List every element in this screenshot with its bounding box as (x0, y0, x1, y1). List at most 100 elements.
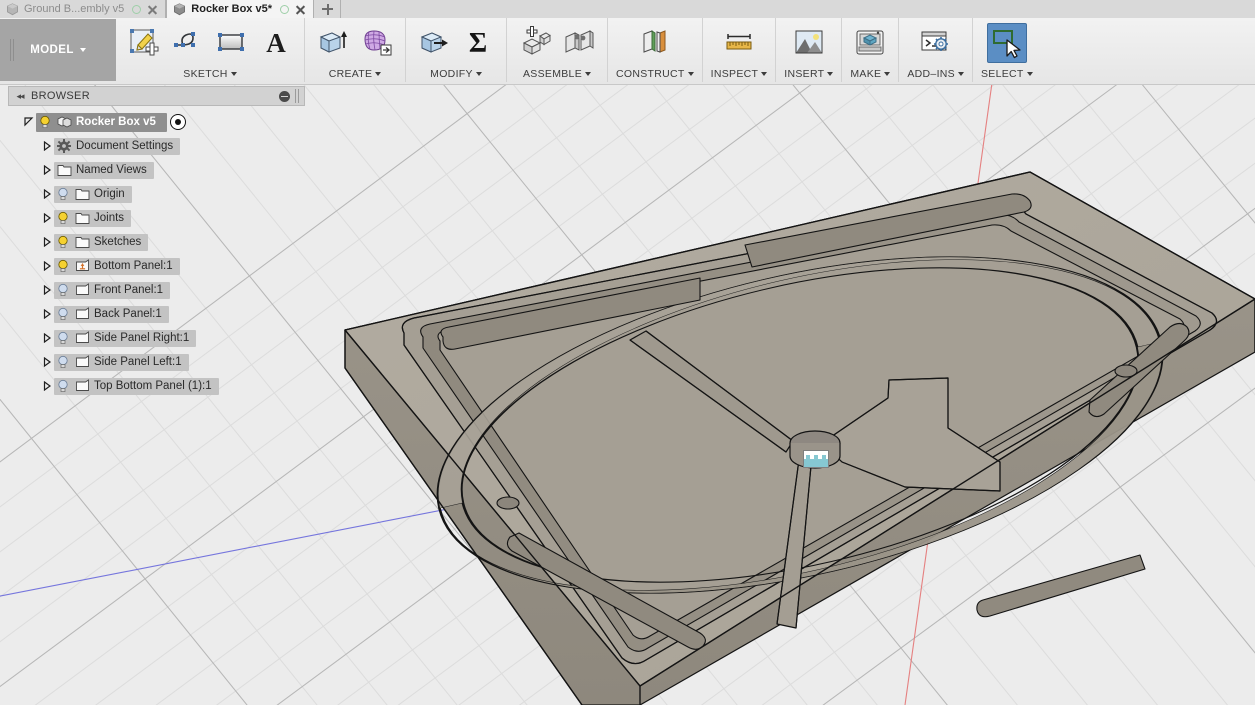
tree-item-label: Sketches (94, 236, 142, 248)
ribbon-group-label[interactable]: MAKE (850, 68, 891, 80)
tree-item-top-bottom-panel[interactable]: Top Bottom Panel (1):1 (8, 374, 305, 398)
tree-item-rocker-box-v5[interactable]: Rocker Box v5 (8, 110, 305, 134)
select-cursor-icon (992, 30, 1021, 59)
workspace-switcher-model[interactable]: MODEL (0, 19, 116, 81)
close-icon[interactable] (294, 3, 307, 16)
component-icon (54, 114, 74, 131)
chevron-down-icon (475, 72, 482, 76)
joint-button[interactable] (559, 23, 599, 63)
tree-item-joints[interactable]: Joints (8, 206, 305, 230)
press-pull-button[interactable] (414, 23, 454, 63)
visibility-bulb-on-icon[interactable] (36, 114, 54, 131)
tree-item-side-panel-right[interactable]: Side Panel Right:1 (8, 326, 305, 350)
joint-marker-icon[interactable] (803, 450, 829, 468)
twisty-collapsed-icon[interactable] (40, 134, 54, 158)
group-label-text: SKETCH (183, 68, 228, 80)
tree-item-label: Document Settings (76, 140, 174, 152)
tree-item-label: Top Bottom Panel (1):1 (94, 380, 212, 392)
visibility-bulb-off-icon[interactable] (54, 186, 72, 203)
ribbon-group-create: CREATE (304, 18, 405, 82)
group-label-text: MAKE (850, 68, 882, 80)
3d-print-icon (856, 30, 884, 55)
ribbon-group-label[interactable]: SELECT (981, 68, 1033, 80)
ribbon-group-sketch: A SKETCH (116, 18, 304, 82)
measure-button[interactable] (719, 23, 759, 63)
tree-chip: Front Panel:1 (54, 281, 171, 299)
ribbon-group-label[interactable]: INSPECT (711, 68, 768, 80)
twisty-collapsed-icon[interactable] (40, 182, 54, 206)
text-button[interactable]: A (256, 23, 296, 63)
ribbon-group-label[interactable]: SKETCH (183, 68, 237, 80)
document-tab-1[interactable]: Rocker Box v5* (166, 0, 314, 18)
tree-item-front-panel[interactable]: Front Panel:1 (8, 278, 305, 302)
tree-item-sketches[interactable]: Sketches (8, 230, 305, 254)
document-tab-label: Rocker Box v5* (191, 3, 272, 15)
new-component-button[interactable] (515, 23, 555, 63)
parameters-button[interactable]: Σ (458, 23, 498, 63)
extrude-button[interactable] (313, 23, 353, 63)
ribbon-group-modify: Σ MODIFY (405, 18, 506, 82)
visibility-bulb-on-icon[interactable] (54, 234, 72, 251)
tree-chip: Bottom Panel:1 (54, 257, 180, 275)
visibility-bulb-off-icon[interactable] (54, 378, 72, 395)
create-form-button[interactable] (357, 23, 397, 63)
select-button[interactable] (986, 23, 1027, 63)
twisty-expanded-icon[interactable] (22, 110, 36, 134)
twisty-collapsed-icon[interactable] (40, 230, 54, 254)
twisty-collapsed-icon[interactable] (40, 326, 54, 350)
scripts-addins-button[interactable] (916, 23, 956, 63)
create-sketch-button[interactable] (124, 23, 164, 63)
spline-button[interactable] (168, 23, 208, 63)
insert-image-button[interactable] (789, 23, 829, 63)
new-component-icon (522, 26, 551, 55)
visibility-bulb-off-icon[interactable] (54, 282, 72, 299)
ribbon-group-label[interactable]: ASSEMBLE (523, 68, 591, 80)
minus-circle-icon[interactable] (279, 90, 290, 102)
rectangle-button[interactable] (212, 23, 252, 63)
body-icon (72, 330, 92, 347)
visibility-bulb-on-icon[interactable] (54, 258, 72, 275)
twisty-collapsed-icon[interactable] (40, 206, 54, 230)
group-label-text: ASSEMBLE (522, 68, 582, 80)
activate-component-icon[interactable] (169, 114, 186, 130)
twisty-collapsed-icon[interactable] (40, 302, 54, 326)
drag-grip-icon[interactable] (295, 89, 301, 103)
ribbon-group-label[interactable]: CREATE (329, 68, 382, 80)
visibility-bulb-off-icon[interactable] (54, 354, 72, 371)
twisty-collapsed-icon[interactable] (40, 254, 54, 278)
workspace-label: MODEL (30, 44, 74, 56)
twisty-collapsed-icon[interactable] (40, 278, 54, 302)
visibility-bulb-off-icon[interactable] (54, 306, 72, 323)
ribbon-group-label[interactable]: MODIFY (430, 68, 482, 80)
twisty-collapsed-icon[interactable] (40, 374, 54, 398)
chevron-down-icon (687, 72, 694, 76)
ribbon-group-label[interactable]: INSERT (784, 68, 834, 80)
tree-item-document-settings[interactable]: Document Settings (8, 134, 305, 158)
browser-panel: ◂◂ BROWSER Rocker Box v5 Document Settin… (8, 86, 305, 398)
tree-item-bottom-panel[interactable]: Bottom Panel:1 (8, 254, 305, 278)
twisty-collapsed-icon[interactable] (40, 350, 54, 374)
visibility-bulb-on-icon[interactable] (54, 210, 72, 227)
document-tab-0[interactable]: Ground B...embly v5 (0, 0, 167, 18)
collapse-left-icon[interactable]: ◂◂ (9, 87, 31, 105)
tree-item-label: Rocker Box v5 (76, 116, 156, 128)
tree-item-label: Side Panel Right:1 (94, 332, 190, 344)
tree-item-side-panel-left[interactable]: Side Panel Left:1 (8, 350, 305, 374)
twisty-collapsed-icon[interactable] (40, 158, 54, 182)
chevron-down-icon (884, 72, 891, 76)
tree-item-named-views[interactable]: Named Views (8, 158, 305, 182)
visibility-bulb-off-icon[interactable] (54, 330, 72, 347)
tree-item-back-panel[interactable]: Back Panel:1 (8, 302, 305, 326)
drag-grip-icon (9, 39, 16, 61)
parameters-icon: Σ (469, 28, 487, 59)
close-icon[interactable] (146, 3, 159, 16)
ribbon-group-select: SELECT (971, 18, 1041, 82)
tree-item-origin[interactable]: Origin (8, 182, 305, 206)
new-tab-button[interactable] (314, 0, 341, 18)
ribbon-group-label[interactable]: ADD–INS (907, 68, 964, 80)
body-icon (72, 378, 92, 395)
offset-plane-button[interactable] (635, 23, 675, 63)
ribbon-group-label[interactable]: CONSTRUCT (616, 68, 694, 80)
ribbon-group-construct: CONSTRUCT (607, 18, 702, 82)
3d-print-button[interactable] (850, 23, 890, 63)
